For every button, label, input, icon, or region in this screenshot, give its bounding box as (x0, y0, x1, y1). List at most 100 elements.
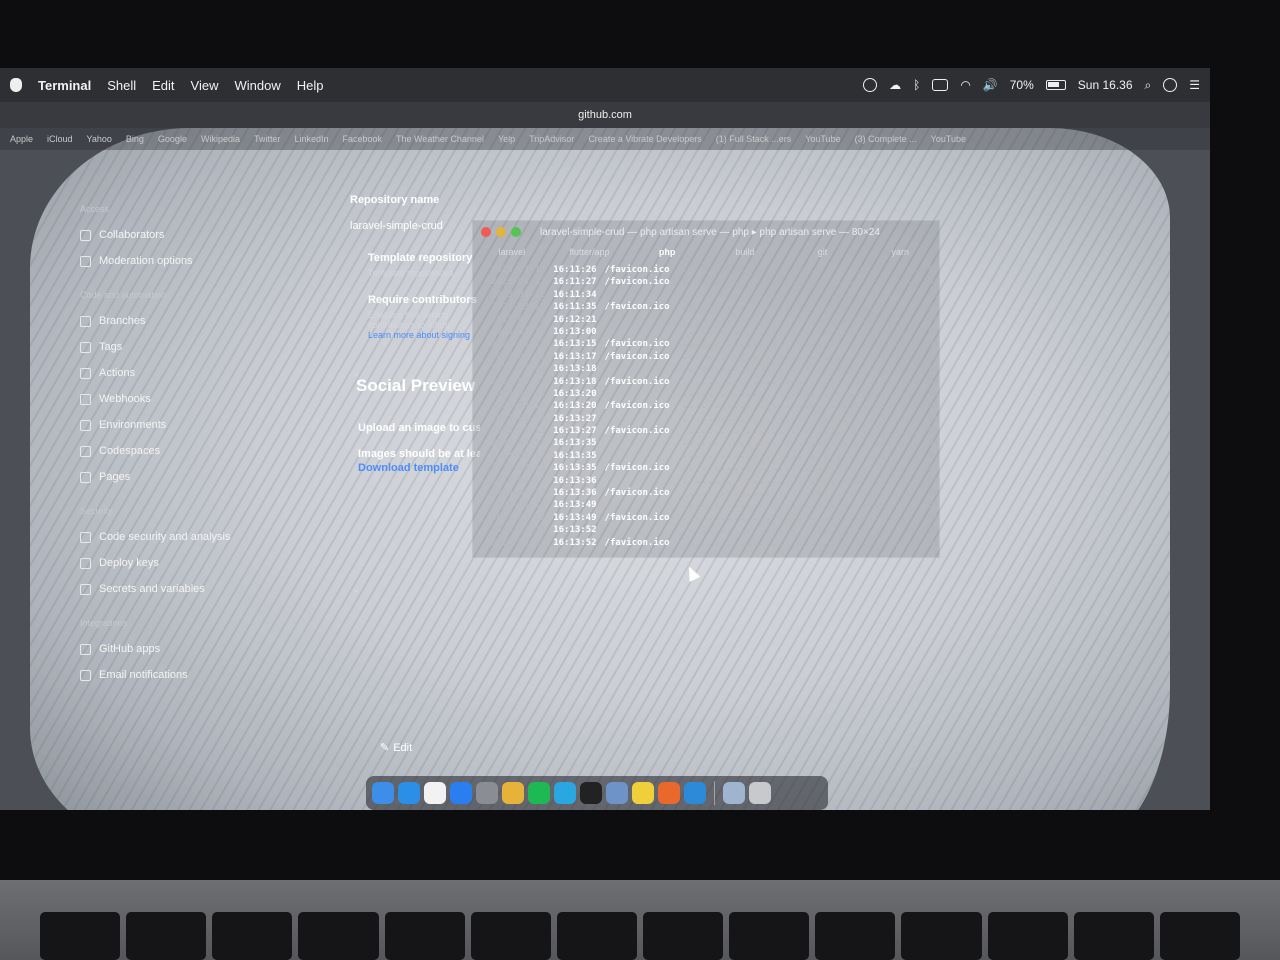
sidebar-item-email-notifications[interactable]: Email notifications (80, 662, 360, 688)
favorite-youtube[interactable]: YouTube (805, 134, 840, 144)
menu-help[interactable]: Help (297, 78, 324, 93)
finder-icon[interactable] (372, 782, 394, 804)
log-time: 16:11:26 (553, 265, 597, 275)
cloud-icon[interactable]: ☁ (889, 78, 901, 92)
sidebar-item-pages[interactable]: Pages (80, 464, 360, 490)
sidebar-item-environments[interactable]: Environments (80, 412, 360, 438)
favorite-youtube-2[interactable]: YouTube (931, 134, 966, 144)
sidebar-item-label: Code security and analysis (99, 531, 231, 543)
spotlight-icon[interactable]: ⌕ (1145, 78, 1152, 93)
favorite-facebook[interactable]: Facebook (343, 134, 383, 144)
browser-icon (80, 471, 91, 483)
terminal-tab[interactable]: git (784, 243, 862, 261)
app-store-icon[interactable] (450, 782, 472, 804)
favorite-bing[interactable]: Bing (126, 134, 144, 144)
favorite-developers[interactable]: Create a Vibrate Developers (588, 134, 701, 144)
sidebar-item-webhooks[interactable]: Webhooks (80, 386, 360, 412)
system-preferences-icon[interactable] (476, 782, 498, 804)
require-contributors-label[interactable]: Require contributors (368, 294, 480, 306)
terminal-output[interactable]: 2023-03-12 16:11:26/favicon.ico..........… (473, 261, 939, 550)
log-time: 16:13:00 (553, 326, 597, 337)
notification-icon[interactable] (863, 78, 878, 92)
sidebar-item-collaborators[interactable]: Collaborators (80, 222, 360, 248)
favorite-yahoo[interactable]: Yahoo (87, 134, 112, 144)
calendar-icon[interactable] (424, 782, 446, 804)
template-repo-label[interactable]: Template repository (368, 252, 480, 264)
clock[interactable]: Sun 16.36 (1078, 78, 1133, 92)
menu-view[interactable]: View (191, 78, 219, 93)
zoom-window-icon[interactable] (511, 227, 521, 237)
keyboard-key (298, 912, 379, 960)
sidebar-item-actions[interactable]: Actions ⌄ (80, 360, 360, 386)
siri-icon[interactable] (1163, 78, 1178, 92)
sidebar-item-branches[interactable]: Branches (80, 308, 360, 334)
menu-shell[interactable]: Shell (107, 78, 136, 93)
telegram-icon[interactable] (554, 782, 576, 804)
notes-icon[interactable] (632, 782, 654, 804)
favorite-wikipedia[interactable]: Wikipedia (201, 134, 240, 144)
log-row: 2023-03-12 16:13:27/favicon.ico..........… (491, 426, 939, 438)
log-dots: ........................................… (682, 525, 921, 536)
control-center-icon[interactable]: ☰ (1189, 78, 1200, 92)
menu-window[interactable]: Window (235, 78, 281, 93)
favorite-icloud[interactable]: iCloud (47, 134, 73, 144)
terminal-tab[interactable]: yarn (861, 243, 939, 261)
terminal-tab[interactable]: laravel (473, 243, 551, 261)
keyboard-icon[interactable] (932, 79, 949, 91)
sidebar-item-label: Tags (99, 341, 123, 353)
log-row: 2023-03-12 16:11:26/favicon.ico..........… (491, 265, 939, 277)
sidebar-item-moderation[interactable]: Moderation options (80, 248, 360, 274)
favorite-complete[interactable]: (3) Complete ... (855, 134, 917, 144)
sidebar-item-deploy-keys[interactable]: Deploy keys (80, 550, 360, 576)
log-dots: ........................................… (682, 426, 921, 437)
repo-name-field[interactable]: laravel-simple-crud (350, 220, 480, 232)
chrome-icon[interactable] (502, 782, 524, 804)
sidebar-item-secrets[interactable]: Secrets and variables ⌄ (80, 576, 360, 602)
sidebar-item-code-security[interactable]: Code security and analysis (80, 524, 360, 550)
terminal-window[interactable]: laravel-simple-crud — php artisan serve … (472, 220, 940, 558)
favorite-tripadvisor[interactable]: TripAdvisor (529, 134, 574, 144)
downloads-folder-icon[interactable] (723, 782, 745, 804)
safari-icon[interactable] (398, 782, 420, 804)
menu-edit[interactable]: Edit (152, 78, 174, 93)
sidebar-item-codespaces[interactable]: Codespaces (80, 438, 360, 464)
minimize-window-icon[interactable] (496, 227, 506, 237)
terminal-tab[interactable]: build (706, 243, 784, 261)
menu-app-name[interactable]: Terminal (38, 78, 91, 93)
log-path: /favicon.ico (604, 351, 670, 362)
chevron-down-icon[interactable]: ⌄ (352, 584, 360, 595)
favorite-weather[interactable]: The Weather Channel (396, 134, 484, 144)
terminal-icon[interactable] (580, 782, 602, 804)
edit-button[interactable]: ✎ Edit (380, 741, 412, 755)
favorite-google[interactable]: Google (158, 134, 187, 144)
address-bar[interactable]: github.com (578, 109, 632, 121)
apple-menu-icon[interactable] (10, 78, 22, 92)
favorite-yelp[interactable]: Yelp (498, 134, 515, 144)
vscode-icon[interactable] (684, 782, 706, 804)
bluetooth-icon[interactable]: ᛒ (913, 78, 920, 92)
favorite-linkedin[interactable]: LinkedIn (294, 134, 328, 144)
log-dots: ........................................… (682, 475, 921, 486)
terminal-tab[interactable]: flutter/app (551, 243, 629, 261)
favorite-fullstack[interactable]: (1) Full Stack ...ers (716, 134, 792, 144)
volume-icon[interactable]: 🔊 (983, 78, 998, 92)
terminal-tab-active[interactable]: php (628, 243, 706, 261)
spotify-icon[interactable] (528, 782, 550, 804)
close-window-icon[interactable] (481, 227, 491, 237)
preview-icon[interactable] (606, 782, 628, 804)
repo-name-label: Repository name (350, 194, 440, 206)
download-template-link[interactable]: Download template (358, 462, 480, 474)
sidebar-item-tags[interactable]: Tags (80, 334, 360, 360)
sidebar-item-github-apps[interactable]: GitHub apps (80, 636, 360, 662)
firefox-icon[interactable] (658, 782, 680, 804)
terminal-titlebar[interactable]: laravel-simple-crud — php artisan serve … (473, 221, 939, 243)
trash-icon[interactable] (749, 782, 771, 804)
battery-icon[interactable] (1045, 80, 1066, 90)
favorite-twitter[interactable]: Twitter (254, 134, 281, 144)
log-row: 2023-03-12 16:13:18......................… (491, 364, 939, 376)
learn-more-link[interactable]: Learn more about signing (368, 330, 480, 340)
favorite-apple[interactable]: Apple (10, 134, 33, 144)
log-row: 2023-03-12 16:11:34......................… (491, 290, 939, 302)
wifi-icon[interactable]: ◠ (960, 78, 970, 92)
log-duration: 0s (928, 339, 939, 350)
